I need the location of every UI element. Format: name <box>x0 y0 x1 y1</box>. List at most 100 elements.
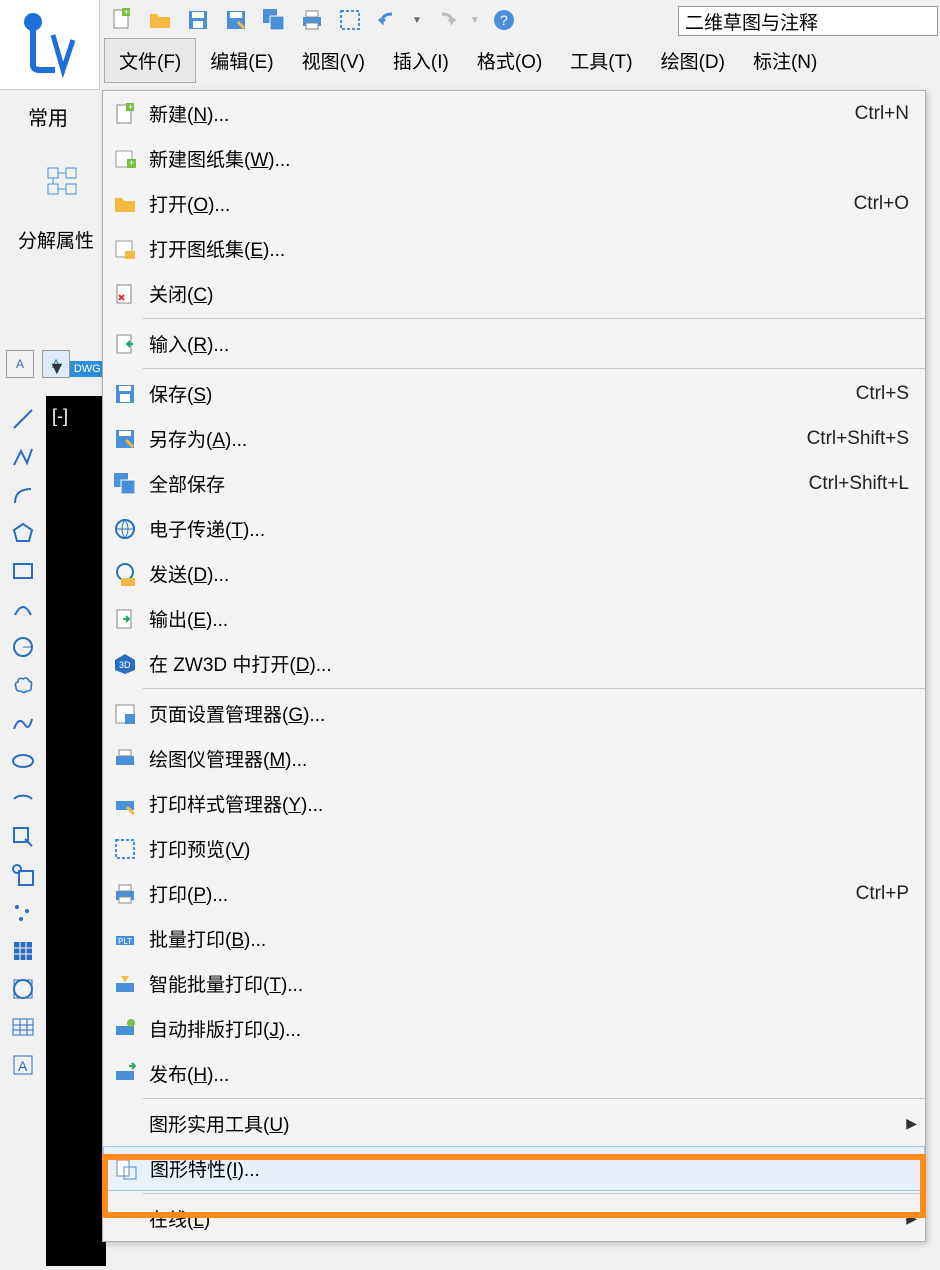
help-button[interactable]: ? <box>490 6 518 34</box>
menu-item-label: 打开(O)... <box>143 190 854 217</box>
revision-cloud-tool[interactable] <box>8 670 38 700</box>
print-icon <box>107 882 143 906</box>
new-file-icon: + <box>107 102 143 126</box>
menu-item-11[interactable]: 电子传递(T)... <box>103 506 925 551</box>
save-all-button[interactable] <box>260 6 288 34</box>
menu-item-label: 自动排版打印(J)... <box>143 1015 917 1042</box>
drawing-props-icon <box>108 1157 144 1181</box>
menu-dimension[interactable]: 标注(N) <box>739 39 831 82</box>
menu-item-27[interactable]: 图形特性(I)... <box>103 1146 925 1191</box>
redo-button[interactable] <box>432 6 460 34</box>
ribbon-group-icon <box>18 160 98 220</box>
layout-icon-a[interactable]: A <box>6 350 34 378</box>
menu-item-9[interactable]: 另存为(A)...Ctrl+Shift+S <box>103 416 925 461</box>
ellipse-tool[interactable] <box>8 746 38 776</box>
menu-item-21[interactable]: PLT批量打印(B)... <box>103 916 925 961</box>
block-insert-tool[interactable] <box>8 822 38 852</box>
block-create-tool[interactable] <box>8 860 38 890</box>
menu-file[interactable]: 文件(F) <box>104 38 196 83</box>
menu-item-22[interactable]: 智能批量打印(T)... <box>103 961 925 1006</box>
arc-tool[interactable] <box>8 480 38 510</box>
new-file-button[interactable]: + <box>108 6 136 34</box>
menu-item-shortcut: Ctrl+Shift+L <box>809 473 917 495</box>
ellipse-arc-tool[interactable] <box>8 784 38 814</box>
logo-icon <box>15 10 85 80</box>
open-folder-button[interactable] <box>146 6 174 34</box>
smart-batch-print-icon <box>107 972 143 996</box>
menu-item-label: 关闭(C) <box>143 280 917 307</box>
menu-item-16[interactable]: 页面设置管理器(G)... <box>103 691 925 736</box>
line-tool[interactable] <box>8 404 38 434</box>
menu-item-4[interactable]: 关闭(C) <box>103 271 925 316</box>
export-icon <box>107 607 143 631</box>
dropdown-arrow-icon[interactable]: ▼ <box>48 358 66 379</box>
table-tool[interactable] <box>8 1012 38 1042</box>
menu-tools[interactable]: 工具(T) <box>556 39 646 82</box>
arc3-tool[interactable] <box>8 594 38 624</box>
polygon-tool[interactable] <box>8 518 38 548</box>
menu-item-10[interactable]: 全部保存Ctrl+Shift+L <box>103 461 925 506</box>
drawing-area[interactable]: ▼ DWG [-] <box>46 396 106 1266</box>
redo-dropdown-arrow[interactable]: ▼ <box>470 15 480 26</box>
save-as-button[interactable] <box>222 6 250 34</box>
menu-item-23[interactable]: 自动排版打印(J)... <box>103 1006 925 1051</box>
plotter-icon <box>107 747 143 771</box>
polyline-tool[interactable] <box>8 442 38 472</box>
menu-item-18[interactable]: 打印样式管理器(Y)... <box>103 781 925 826</box>
svg-text:A: A <box>18 1058 28 1074</box>
menu-item-label: 新建图纸集(W)... <box>143 145 917 172</box>
text-tool[interactable]: A <box>8 1050 38 1080</box>
spline-tool[interactable] <box>8 708 38 738</box>
menu-edit[interactable]: 编辑(E) <box>196 39 287 82</box>
menu-item-26[interactable]: 图形实用工具(U)▶ <box>103 1101 925 1146</box>
menu-format[interactable]: 格式(O) <box>463 39 556 82</box>
circle-tool[interactable] <box>8 632 38 662</box>
menu-view[interactable]: 视图(V) <box>288 39 379 82</box>
menu-item-shortcut: Ctrl+P <box>856 883 917 905</box>
viewport-label: [-] <box>46 396 106 437</box>
menu-item-8[interactable]: 保存(S)Ctrl+S <box>103 371 925 416</box>
menu-item-29[interactable]: 在线(L)▶ <box>103 1196 925 1241</box>
menu-item-12[interactable]: 发送(D)... <box>103 551 925 596</box>
menu-item-17[interactable]: 绘图仪管理器(M)... <box>103 736 925 781</box>
point-tool[interactable] <box>8 898 38 928</box>
menu-item-20[interactable]: 打印(P)...Ctrl+P <box>103 871 925 916</box>
print-button[interactable] <box>298 6 326 34</box>
plot-style-icon <box>107 792 143 816</box>
menu-item-0[interactable]: +新建(N)...Ctrl+N <box>103 91 925 136</box>
menu-item-label: 绘图仪管理器(M)... <box>143 745 917 772</box>
svg-text:+: + <box>128 102 133 112</box>
menu-draw[interactable]: 绘图(D) <box>647 39 739 82</box>
menu-item-24[interactable]: 发布(H)... <box>103 1051 925 1096</box>
workspace-selector[interactable]: 二维草图与注释 <box>678 6 938 36</box>
menu-item-13[interactable]: 输出(E)... <box>103 596 925 641</box>
print-preview-button[interactable] <box>336 6 364 34</box>
menu-item-1[interactable]: +新建图纸集(W)... <box>103 136 925 181</box>
menu-item-14[interactable]: 3D在 ZW3D 中打开(D)... <box>103 641 925 686</box>
menu-item-6[interactable]: 输入(R)... <box>103 321 925 366</box>
menu-item-19[interactable]: 打印预览(V) <box>103 826 925 871</box>
menu-insert[interactable]: 插入(I) <box>379 39 463 82</box>
menu-item-3[interactable]: 打开图纸集(E)... <box>103 226 925 271</box>
undo-button[interactable] <box>374 6 402 34</box>
menu-separator <box>143 318 925 319</box>
menu-item-label: 智能批量打印(T)... <box>143 970 917 997</box>
save-button[interactable] <box>184 6 212 34</box>
open-sheet-icon <box>107 237 143 261</box>
gradient-tool[interactable] <box>8 974 38 1004</box>
menu-item-label: 打印预览(V) <box>143 835 917 862</box>
blank-icon <box>107 1112 143 1136</box>
menu-item-label: 输出(E)... <box>143 605 917 632</box>
ribbon-tab-home[interactable]: 常用 <box>10 92 86 141</box>
app-logo[interactable] <box>0 0 100 90</box>
rectangle-tool[interactable] <box>8 556 38 586</box>
dwg-doc-tab[interactable]: DWG <box>70 361 105 377</box>
menu-item-label: 发送(D)... <box>143 560 917 587</box>
hatch-tool[interactable] <box>8 936 38 966</box>
menu-item-2[interactable]: 打开(O)...Ctrl+O <box>103 181 925 226</box>
menu-separator <box>143 368 925 369</box>
undo-dropdown-arrow[interactable]: ▼ <box>412 15 422 26</box>
menu-item-label: 新建(N)... <box>143 100 855 127</box>
menu-separator <box>143 1193 925 1194</box>
workspace-label: 二维草图与注释 <box>685 8 818 35</box>
